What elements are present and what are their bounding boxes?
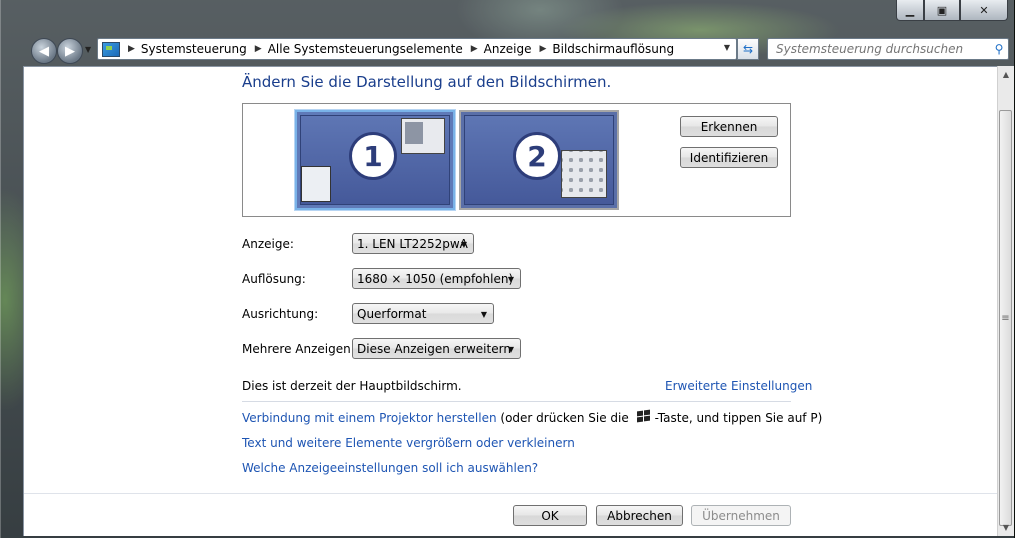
search-input[interactable] bbox=[774, 41, 990, 57]
projector-hint-text-end: -Taste, und tippen Sie auf P) bbox=[654, 411, 823, 425]
back-arrow-icon[interactable]: ◀ bbox=[31, 38, 57, 64]
minimize-button[interactable]: ▁ bbox=[896, 0, 924, 21]
monitor-number: 1 bbox=[349, 132, 397, 180]
breadcrumb-item[interactable]: Alle Systemsteuerungselemente bbox=[268, 42, 463, 56]
orientation-select[interactable]: Querformat ▼ bbox=[352, 303, 494, 324]
content-pane: Ändern Sie die Darstellung auf den Bilds… bbox=[23, 66, 999, 536]
recent-pages-dropdown-icon[interactable]: ▼ bbox=[85, 45, 95, 55]
maximize-button[interactable]: ▣ bbox=[924, 0, 960, 21]
chevron-down-icon: ▼ bbox=[480, 310, 487, 319]
address-bar[interactable]: ▶ Systemsteuerung ▶ Alle Systemsteuerung… bbox=[97, 38, 737, 60]
resolution-select[interactable]: 1680 × 1050 (empfohlen) ▼ bbox=[352, 268, 521, 289]
navigation-bar: ◀ ▶ ▼ ▶ Systemsteuerung ▶ Alle Systemste… bbox=[1, 34, 1014, 66]
orientation-select-value: Querformat bbox=[357, 306, 427, 321]
chevron-down-icon: ▼ bbox=[460, 240, 467, 249]
apply-button[interactable]: Übernehmen bbox=[691, 505, 791, 526]
chevron-down-icon: ▼ bbox=[507, 275, 514, 284]
forward-arrow-icon[interactable]: ▶ bbox=[57, 38, 83, 64]
breadcrumb-separator-icon[interactable]: ▶ bbox=[255, 44, 262, 54]
orientation-label: Ausrichtung: bbox=[242, 307, 319, 321]
scroll-thumb[interactable]: ≡ bbox=[999, 110, 1012, 526]
resolution-select-value: 1680 × 1050 (empfohlen) bbox=[357, 271, 514, 286]
search-icon[interactable]: ⚲ bbox=[990, 42, 1008, 56]
projector-line: Verbindung mit einem Projektor herstelle… bbox=[242, 409, 823, 425]
address-dropdown-icon[interactable]: ▼ bbox=[724, 43, 730, 52]
breadcrumb-separator-icon[interactable]: ▶ bbox=[471, 44, 478, 54]
chevron-down-icon: ▼ bbox=[507, 345, 514, 354]
control-panel-icon bbox=[102, 41, 120, 57]
breadcrumb-separator-icon[interactable]: ▶ bbox=[539, 44, 546, 54]
display-select-value: 1. LEN LT2252pwA bbox=[357, 236, 468, 251]
monitor-2[interactable]: 2 bbox=[459, 110, 619, 210]
resolution-label: Auflösung: bbox=[242, 272, 306, 286]
taskbar-thumbnail-icon bbox=[301, 166, 331, 202]
start-grid-thumbnail-icon bbox=[561, 150, 607, 198]
caption-buttons: ▁ ▣ ✕ bbox=[896, 0, 1008, 24]
monitor-arrangement-panel: 1 2 Erkennen Identifizieren bbox=[242, 103, 791, 217]
monitor-1[interactable]: 1 bbox=[295, 110, 455, 210]
dialog-button-bar: OK Abbrechen Übernehmen bbox=[24, 493, 998, 536]
monitor-number: 2 bbox=[513, 132, 561, 180]
identify-button[interactable]: Identifizieren bbox=[680, 147, 778, 168]
ok-button[interactable]: OK bbox=[513, 505, 587, 526]
primary-display-text: Dies ist derzeit der Hauptbildschirm. bbox=[242, 379, 462, 393]
display-label: Anzeige: bbox=[242, 237, 294, 251]
breadcrumb-item[interactable]: Bildschirmauflösung bbox=[552, 42, 674, 56]
breadcrumb-item[interactable]: Anzeige bbox=[484, 42, 532, 56]
which-settings-link[interactable]: Welche Anzeigeeinstellungen soll ich aus… bbox=[242, 461, 538, 475]
multiple-displays-label: Mehrere Anzeigen: bbox=[242, 342, 355, 356]
projector-link[interactable]: Verbindung mit einem Projektor herstelle… bbox=[242, 411, 497, 425]
projector-hint-text: (oder drücken Sie die bbox=[500, 411, 629, 425]
vertical-scrollbar[interactable]: ▲ ≡ ▼ bbox=[997, 66, 1014, 536]
scroll-up-icon[interactable]: ▲ bbox=[998, 66, 1014, 83]
control-panel-window: ▁ ▣ ✕ ◀ ▶ ▼ ▶ Systemsteuerung ▶ Alle Sys… bbox=[0, 0, 1014, 538]
page-title: Ändern Sie die Darstellung auf den Bilds… bbox=[242, 73, 612, 91]
multiple-displays-select[interactable]: Diese Anzeigen erweitern ▼ bbox=[352, 338, 521, 359]
display-select[interactable]: 1. LEN LT2252pwA ▼ bbox=[352, 233, 474, 254]
divider bbox=[242, 401, 791, 402]
enlarge-text-link[interactable]: Text und weitere Elemente vergrößern ode… bbox=[242, 436, 575, 450]
multiple-displays-select-value: Diese Anzeigen erweitern bbox=[357, 341, 511, 356]
cancel-button[interactable]: Abbrechen bbox=[596, 505, 683, 526]
advanced-settings-link[interactable]: Erweiterte Einstellungen bbox=[665, 379, 812, 393]
refresh-icon[interactable]: ⇆ bbox=[737, 38, 759, 60]
close-button[interactable]: ✕ bbox=[960, 0, 1008, 21]
detect-button[interactable]: Erkennen bbox=[680, 116, 778, 137]
breadcrumb-separator-icon[interactable]: ▶ bbox=[128, 44, 135, 54]
window-thumbnail-icon bbox=[401, 118, 445, 154]
breadcrumb-item[interactable]: Systemsteuerung bbox=[141, 42, 247, 56]
scroll-down-icon[interactable]: ▼ bbox=[998, 519, 1014, 536]
search-box[interactable]: ⚲ bbox=[767, 38, 1009, 60]
windows-logo-icon bbox=[636, 409, 651, 423]
